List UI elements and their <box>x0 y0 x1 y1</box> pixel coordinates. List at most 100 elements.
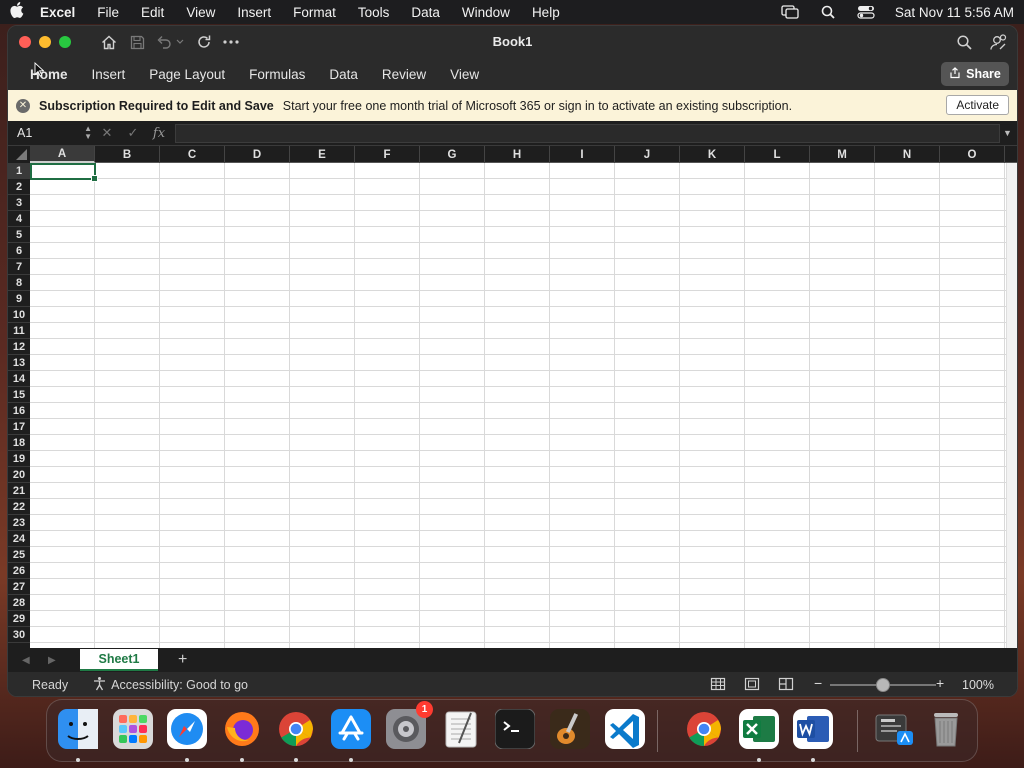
spotlight-search-icon[interactable] <box>819 5 837 19</box>
dock-system-settings-icon[interactable]: 1 <box>383 701 433 752</box>
previous-sheet-icon[interactable]: ◀ <box>22 655 34 666</box>
confirm-entry-icon[interactable]: ✓ <box>120 125 146 141</box>
column-header-h[interactable]: H <box>485 146 550 163</box>
row-header-29[interactable]: 29 <box>8 611 30 627</box>
column-header-g[interactable]: G <box>420 146 485 163</box>
row-header-18[interactable]: 18 <box>8 435 30 451</box>
activate-button[interactable]: Activate <box>946 95 1009 115</box>
vertical-scrollbar[interactable] <box>1006 163 1017 648</box>
zoom-out-icon[interactable]: − <box>814 675 822 691</box>
menu-edit[interactable]: Edit <box>141 5 164 20</box>
tab-review[interactable]: Review <box>370 67 438 82</box>
window-minimize-button[interactable] <box>39 36 51 48</box>
column-header-n[interactable]: N <box>875 146 940 163</box>
dock-vscode-icon[interactable] <box>602 706 648 752</box>
row-header-11[interactable]: 11 <box>8 323 30 339</box>
insert-function-button[interactable]: fx <box>146 126 172 141</box>
menu-help[interactable]: Help <box>532 5 560 20</box>
row-header-28[interactable]: 28 <box>8 595 30 611</box>
column-header-f[interactable]: F <box>355 146 420 163</box>
column-header-d[interactable]: D <box>225 146 290 163</box>
menu-window[interactable]: Window <box>462 5 510 20</box>
dock-garageband-icon[interactable] <box>547 706 593 752</box>
column-header-e[interactable]: E <box>290 146 355 163</box>
column-header-c[interactable]: C <box>160 146 225 163</box>
dock-excel-icon[interactable] <box>736 706 782 752</box>
window-zoom-button[interactable] <box>59 36 71 48</box>
menu-file[interactable]: File <box>97 5 119 20</box>
zoom-percentage[interactable]: 100% <box>962 678 994 692</box>
cancel-entry-icon[interactable]: ✕ <box>94 125 120 141</box>
account-icon[interactable] <box>988 32 1008 52</box>
window-close-button[interactable] <box>19 36 31 48</box>
row-header-12[interactable]: 12 <box>8 339 30 355</box>
tab-home[interactable]: Home <box>18 67 80 82</box>
column-header-a[interactable]: A <box>30 146 95 163</box>
menu-insert[interactable]: Insert <box>237 5 271 20</box>
sheet-tab-sheet1[interactable]: Sheet1 <box>80 649 158 671</box>
row-header-1[interactable]: 1 <box>8 163 30 179</box>
column-header-k[interactable]: K <box>680 146 745 163</box>
active-cell-a1[interactable] <box>30 163 98 182</box>
column-header-j[interactable]: J <box>615 146 680 163</box>
row-header-24[interactable]: 24 <box>8 531 30 547</box>
zoom-slider-thumb[interactable] <box>876 678 890 692</box>
undo-icon[interactable] <box>154 32 174 52</box>
row-header-23[interactable]: 23 <box>8 515 30 531</box>
page-layout-view-icon[interactable] <box>744 676 760 692</box>
menu-tools[interactable]: Tools <box>358 5 390 20</box>
row-header-16[interactable]: 16 <box>8 403 30 419</box>
dock-finder-icon[interactable] <box>55 706 101 752</box>
screen-mirroring-icon[interactable] <box>781 5 799 19</box>
name-box-stepper-icon[interactable]: ▲ ▼ <box>84 124 92 141</box>
dock-downloads-stack-icon[interactable] <box>872 706 918 752</box>
zoom-slider[interactable] <box>830 678 936 692</box>
row-header-6[interactable]: 6 <box>8 243 30 259</box>
apple-menu-icon[interactable] <box>10 2 40 22</box>
menu-app-name[interactable]: Excel <box>40 5 75 20</box>
undo-dropdown-chevron-icon[interactable] <box>174 32 186 52</box>
row-header-19[interactable]: 19 <box>8 451 30 467</box>
row-header-25[interactable]: 25 <box>8 547 30 563</box>
column-header-m[interactable]: M <box>810 146 875 163</box>
zoom-in-icon[interactable]: + <box>936 675 944 691</box>
dock-safari-icon[interactable] <box>164 706 210 752</box>
row-header-4[interactable]: 4 <box>8 211 30 227</box>
row-header-5[interactable]: 5 <box>8 227 30 243</box>
dock-textedit-icon[interactable] <box>438 706 484 752</box>
row-header-15[interactable]: 15 <box>8 387 30 403</box>
row-header-21[interactable]: 21 <box>8 483 30 499</box>
row-header-9[interactable]: 9 <box>8 291 30 307</box>
row-header-27[interactable]: 27 <box>8 579 30 595</box>
menu-format[interactable]: Format <box>293 5 336 20</box>
add-sheet-icon[interactable]: + <box>178 651 187 669</box>
menu-clock[interactable]: Sat Nov 11 5:56 AM <box>895 5 1014 20</box>
row-header-3[interactable]: 3 <box>8 195 30 211</box>
more-icon[interactable] <box>221 32 241 52</box>
select-all-corner[interactable] <box>8 146 30 163</box>
cell-area[interactable] <box>30 163 1017 648</box>
row-header-14[interactable]: 14 <box>8 371 30 387</box>
refresh-icon[interactable] <box>194 32 214 52</box>
save-icon[interactable] <box>127 32 147 52</box>
tab-formulas[interactable]: Formulas <box>237 67 317 82</box>
dock-app-store-icon[interactable] <box>328 706 374 752</box>
row-header-7[interactable]: 7 <box>8 259 30 275</box>
expand-formula-bar-chevron-icon[interactable]: ▼ <box>1003 128 1017 138</box>
column-header-b[interactable]: B <box>95 146 160 163</box>
share-button[interactable]: Share <box>941 62 1009 86</box>
row-header-2[interactable]: 2 <box>8 179 30 195</box>
column-header-l[interactable]: L <box>745 146 810 163</box>
menu-view[interactable]: View <box>186 5 215 20</box>
name-box[interactable]: A1 ▲ ▼ <box>10 123 94 144</box>
row-header-26[interactable]: 26 <box>8 563 30 579</box>
dock-word-icon[interactable] <box>790 706 836 752</box>
formula-input[interactable] <box>175 123 1000 143</box>
dismiss-notice-icon[interactable]: ✕ <box>16 98 30 113</box>
menu-data[interactable]: Data <box>411 5 440 20</box>
next-sheet-icon[interactable]: ▶ <box>48 655 60 666</box>
normal-view-icon[interactable] <box>710 676 726 692</box>
tab-view[interactable]: View <box>438 67 491 82</box>
tab-page-layout[interactable]: Page Layout <box>137 67 237 82</box>
row-header-20[interactable]: 20 <box>8 467 30 483</box>
